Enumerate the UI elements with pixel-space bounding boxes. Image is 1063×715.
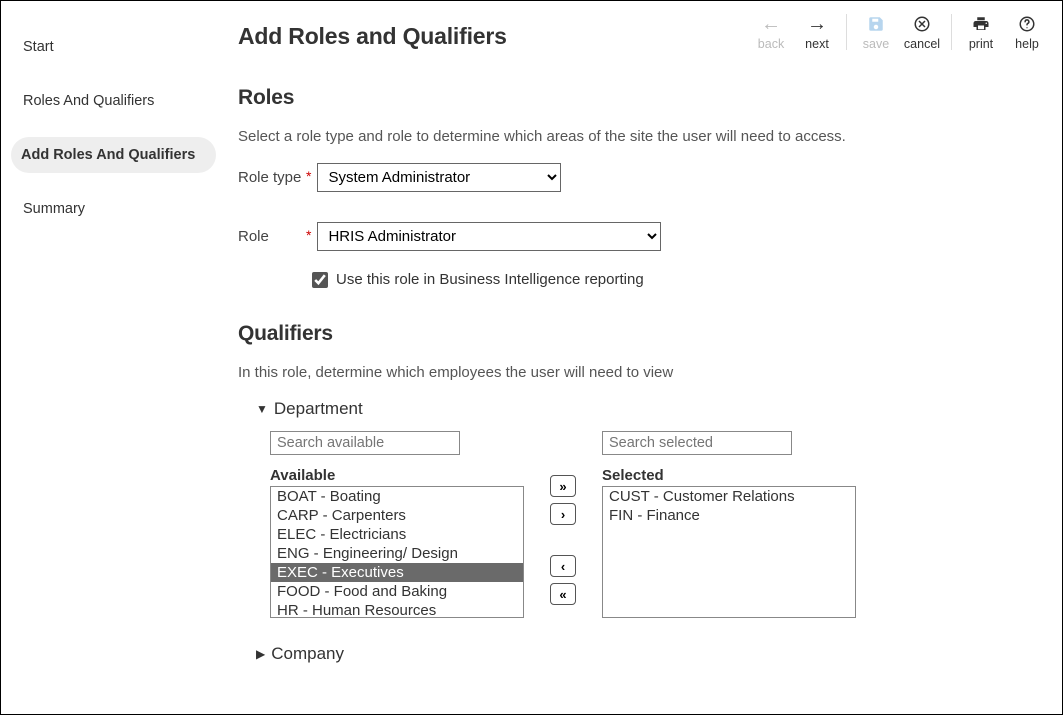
arrow-right-icon: → — [807, 13, 827, 35]
company-toggle[interactable]: ▶ Company — [256, 644, 1034, 664]
add-all-button[interactable]: » — [550, 475, 576, 497]
triangle-right-icon: ▶ — [256, 647, 265, 661]
toolbar-separator — [951, 14, 952, 50]
help-button[interactable]: help — [1004, 11, 1050, 53]
available-label: Available — [270, 467, 524, 484]
remove-one-button[interactable]: ‹ — [550, 555, 576, 577]
wizard-sidebar: Start Roles And Qualifiers Add Roles And… — [1, 1, 216, 714]
list-item[interactable]: FOOD - Food and Baking — [271, 582, 523, 601]
roletype-label: Role type — [238, 169, 306, 186]
qualifiers-help-text: In this role, determine which employees … — [238, 364, 1034, 381]
list-item[interactable]: FIN - Finance — [603, 506, 855, 525]
company-label: Company — [271, 644, 344, 664]
triangle-down-icon: ▼ — [256, 402, 268, 416]
print-label: print — [969, 37, 993, 51]
role-select[interactable]: HRIS Administrator — [317, 222, 661, 251]
role-label: Role — [238, 228, 306, 245]
next-button[interactable]: → next — [794, 11, 840, 53]
selected-label: Selected — [602, 467, 856, 484]
arrow-left-icon: ← — [761, 13, 781, 35]
department-label: Department — [274, 399, 363, 419]
list-item[interactable]: ENG - Engineering/ Design — [271, 544, 523, 563]
back-label: back — [758, 37, 784, 51]
bi-reporting-label: Use this role in Business Intelligence r… — [336, 271, 644, 288]
search-selected-input[interactable] — [602, 431, 792, 455]
roletype-field: Role type * System Administrator — [238, 163, 1034, 192]
cancel-label: cancel — [904, 37, 940, 51]
list-item[interactable]: HR - Human Resources — [271, 601, 523, 618]
selected-column: Selected CUST - Customer RelationsFIN - … — [602, 431, 856, 618]
required-indicator: * — [306, 227, 311, 243]
nav-item-summary[interactable]: Summary — [19, 191, 216, 227]
nav-item-start[interactable]: Start — [19, 29, 216, 65]
save-icon — [867, 13, 885, 35]
roles-help-text: Select a role type and role to determine… — [238, 128, 1034, 145]
bi-reporting-field: Use this role in Business Intelligence r… — [312, 271, 1034, 288]
list-item[interactable]: CUST - Customer Relations — [603, 487, 855, 506]
nav-item-roles-and-qualifiers[interactable]: Roles And Qualifiers — [19, 83, 216, 119]
add-one-button[interactable]: › — [550, 503, 576, 525]
list-item[interactable]: EXEC - Executives — [271, 563, 523, 582]
qualifiers-heading: Qualifiers — [238, 322, 1034, 346]
print-icon — [972, 13, 990, 35]
cancel-icon — [913, 13, 931, 35]
nav-item-add-roles-and-qualifiers[interactable]: Add Roles And Qualifiers — [11, 137, 216, 173]
shuttle-controls: » › ‹ « — [550, 475, 576, 605]
help-icon — [1018, 13, 1036, 35]
shuttle-gap — [550, 531, 576, 549]
required-indicator: * — [306, 168, 311, 184]
search-available-input[interactable] — [270, 431, 460, 455]
remove-all-button[interactable]: « — [550, 583, 576, 605]
roles-heading: Roles — [238, 86, 1034, 110]
list-item[interactable]: CARP - Carpenters — [271, 506, 523, 525]
list-item[interactable]: BOAT - Boating — [271, 487, 523, 506]
department-dual-list: Available BOAT - BoatingCARP - Carpenter… — [270, 431, 1034, 618]
department-toggle[interactable]: ▼ Department — [256, 399, 1034, 419]
save-button: save — [853, 11, 899, 53]
main-content: ← back → next save cancel — [216, 1, 1062, 714]
role-field: Role * HRIS Administrator — [238, 222, 1034, 251]
next-label: next — [805, 37, 829, 51]
print-button[interactable]: print — [958, 11, 1004, 53]
toolbar-separator — [846, 14, 847, 50]
selected-listbox[interactable]: CUST - Customer RelationsFIN - Finance — [602, 486, 856, 618]
available-column: Available BOAT - BoatingCARP - Carpenter… — [270, 431, 524, 618]
save-label: save — [863, 37, 889, 51]
help-label: help — [1015, 37, 1039, 51]
available-listbox[interactable]: BOAT - BoatingCARP - CarpentersELEC - El… — [270, 486, 524, 618]
back-button: ← back — [748, 11, 794, 53]
action-toolbar: ← back → next save cancel — [748, 11, 1050, 53]
cancel-button[interactable]: cancel — [899, 11, 945, 53]
bi-reporting-checkbox[interactable] — [312, 272, 328, 288]
roletype-select[interactable]: System Administrator — [317, 163, 561, 192]
list-item[interactable]: ELEC - Electricians — [271, 525, 523, 544]
